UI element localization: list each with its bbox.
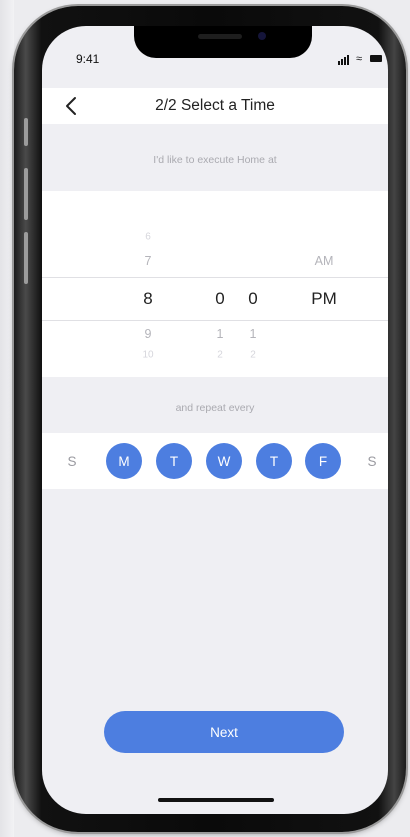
phone-screen: 9:41 ≈ 2/2 Select a Time I'd like to exe…	[42, 26, 388, 814]
volume-up-button	[24, 168, 28, 220]
silent-switch	[24, 118, 28, 146]
next-button[interactable]: Next	[104, 711, 344, 753]
minute-ones-option-ghost-below[interactable]: 2	[250, 350, 256, 361]
minute-tens-option-below[interactable]: 1	[217, 327, 224, 341]
home-indicator	[158, 798, 274, 802]
day-toggle-friday[interactable]: F	[305, 443, 341, 479]
ampm-option-above[interactable]: AM	[315, 254, 334, 268]
hour-option-ghost-below[interactable]: 10	[142, 350, 153, 361]
hour-option-below[interactable]: 9	[145, 327, 152, 341]
minute-tens-option-ghost-below[interactable]: 2	[217, 350, 223, 361]
status-icons: ≈	[338, 53, 382, 65]
repeat-prompt: and repeat every	[175, 402, 255, 414]
wifi-icon: ≈	[356, 53, 363, 65]
nav-bar: 2/2 Select a Time	[42, 88, 388, 124]
ampm-selected[interactable]: PM	[311, 289, 337, 309]
day-selector: S M T W T F S	[42, 433, 388, 489]
page-title: 2/2 Select a Time	[155, 97, 275, 114]
notch	[134, 26, 312, 58]
hour-option-ghost-above[interactable]: 6	[145, 232, 151, 243]
execute-prompt: I'd like to execute Home at	[153, 154, 277, 166]
day-toggle-wednesday[interactable]: W	[206, 443, 242, 479]
volume-down-button	[24, 232, 28, 284]
minute-ones-option-below[interactable]: 1	[250, 327, 257, 341]
chevron-left-icon[interactable]	[62, 95, 82, 117]
hour-option-above[interactable]: 7	[145, 254, 152, 268]
hour-selected[interactable]: 8	[143, 289, 152, 309]
camera-icon	[258, 32, 266, 40]
background-edge	[0, 0, 14, 837]
day-toggle-thursday[interactable]: T	[256, 443, 292, 479]
battery-icon	[370, 55, 382, 62]
day-toggle-tuesday[interactable]: T	[156, 443, 192, 479]
minute-ones-selected[interactable]: 0	[248, 289, 257, 309]
speaker-grille	[198, 34, 242, 39]
day-toggle-monday[interactable]: M	[106, 443, 142, 479]
time-picker[interactable]: 6 7 8 9 10 0 1 2 0 1 2 AM PM	[42, 191, 388, 377]
minute-tens-selected[interactable]: 0	[215, 289, 224, 309]
status-time: 9:41	[76, 52, 100, 66]
day-toggle-saturday[interactable]: S	[354, 443, 388, 479]
day-toggle-sunday[interactable]: S	[54, 443, 90, 479]
